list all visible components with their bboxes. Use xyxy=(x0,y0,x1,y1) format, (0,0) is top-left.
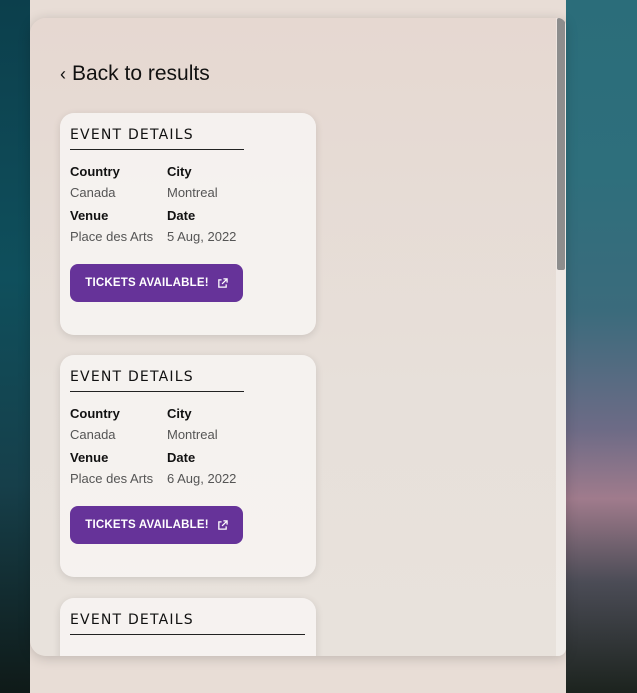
scrollbar-track[interactable] xyxy=(556,18,566,656)
event-card: EVENT DETAILS Country Canada City Montre… xyxy=(60,113,316,335)
external-link-icon xyxy=(217,519,228,530)
venue-value: Place des Arts xyxy=(70,471,154,486)
date-label: Date xyxy=(167,450,196,465)
country-value: Canada xyxy=(70,427,116,442)
back-link-label: Back to results xyxy=(72,62,210,85)
date-value: 6 Aug, 2022 xyxy=(167,471,237,486)
chevron-left-icon: ‹ xyxy=(60,63,66,84)
venue-label: Venue xyxy=(70,450,109,465)
event-details-title: EVENT DETAILS xyxy=(70,127,244,150)
country-label: Country xyxy=(70,406,120,421)
country-label: Country xyxy=(70,164,120,179)
tickets-button[interactable]: TICKETS AVAILABLE! xyxy=(70,506,243,544)
city-value: Montreal xyxy=(167,185,218,200)
event-details-title: EVENT DETAILS xyxy=(70,369,244,392)
venue-label: Venue xyxy=(70,208,109,223)
results-panel: ‹ Back to results EVENT DETAILS Country … xyxy=(30,18,566,656)
tickets-button[interactable]: TICKETS AVAILABLE! xyxy=(70,264,243,302)
scrollbar-thumb[interactable] xyxy=(557,18,565,270)
country-value: Canada xyxy=(70,185,116,200)
event-card: EVENT DETAILS xyxy=(60,598,316,656)
tickets-button-label: TICKETS AVAILABLE! xyxy=(85,277,209,289)
date-label: Date xyxy=(167,208,196,223)
event-details-title: EVENT DETAILS xyxy=(70,612,305,635)
city-label: City xyxy=(167,164,192,179)
date-value: 5 Aug, 2022 xyxy=(167,229,237,244)
venue-value: Place des Arts xyxy=(70,229,154,244)
tickets-button-label: TICKETS AVAILABLE! xyxy=(85,519,209,531)
back-to-results-link[interactable]: ‹ Back to results xyxy=(60,62,210,86)
background-left xyxy=(0,0,30,693)
city-label: City xyxy=(167,406,192,421)
background-right xyxy=(566,0,637,693)
external-link-icon xyxy=(217,277,228,288)
event-card: EVENT DETAILS Country Canada City Montre… xyxy=(60,355,316,577)
city-value: Montreal xyxy=(167,427,218,442)
